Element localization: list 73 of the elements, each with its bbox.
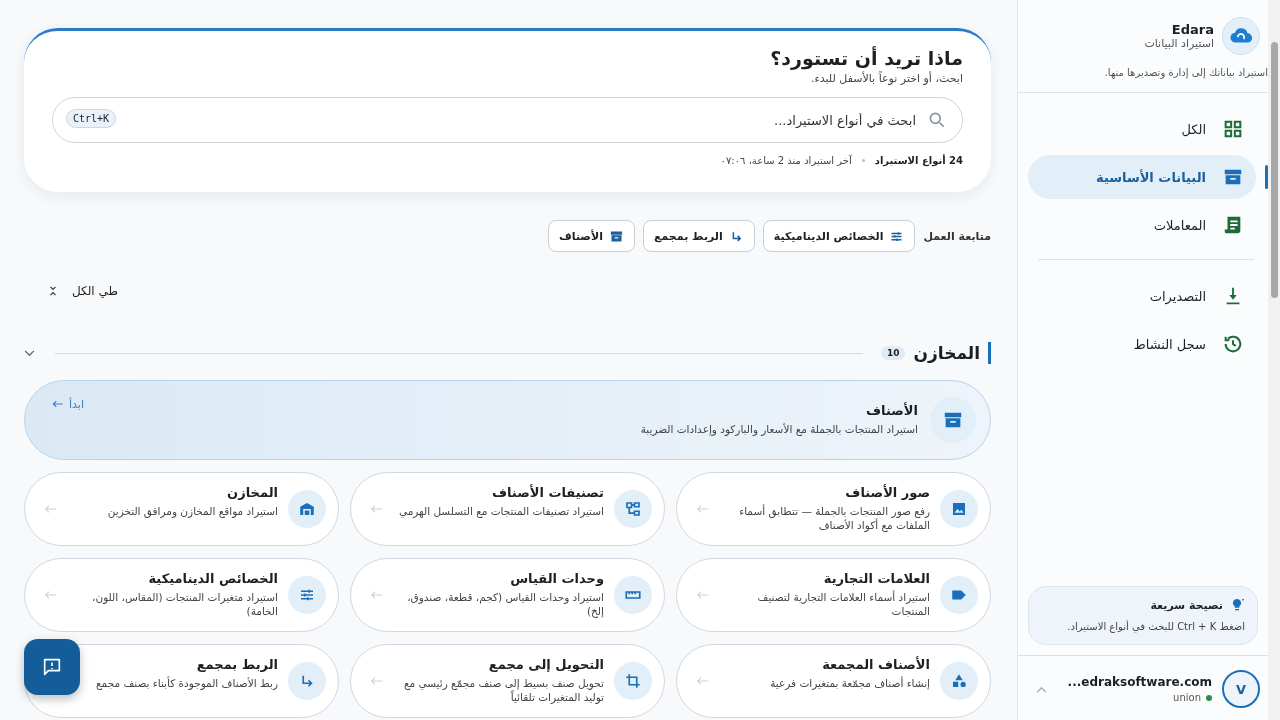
tip-text: اضغط Ctrl + K للبحث في أنواع الاستيراد. bbox=[1066, 621, 1245, 632]
card-title: الخصائص الديناميكية bbox=[147, 571, 278, 586]
brand-name: Edara bbox=[1170, 22, 1214, 37]
tag-icon bbox=[940, 576, 978, 614]
card-title: العلامات التجارية bbox=[822, 571, 930, 586]
card-description: إنشاء أصناف مجمّعة بمتغيرات فرعية bbox=[769, 676, 930, 691]
archive-box-icon bbox=[930, 397, 976, 443]
feedback-button[interactable] bbox=[24, 639, 80, 695]
card-title: الأصناف bbox=[865, 403, 918, 419]
workflow-chip[interactable]: الخصائص الديناميكية bbox=[762, 220, 916, 252]
message-icon bbox=[41, 656, 63, 678]
card-title: صور الأصناف bbox=[844, 485, 930, 500]
ruler-icon bbox=[614, 576, 652, 614]
hierarchy-icon bbox=[614, 490, 652, 528]
user-avatar[interactable]: V bbox=[1222, 670, 1260, 708]
grid-icon bbox=[1222, 118, 1244, 140]
user-email: ...edraksoftware.com bbox=[1066, 675, 1212, 689]
card-description: استيراد متغيرات المنتجات (المقاس، اللون، الخامة) bbox=[91, 590, 278, 619]
shortcut-key: Ctrl+K bbox=[66, 109, 117, 128]
featured-import-card[interactable]: الأصناف استيراد المنتجات بالجملة مع الأسعار والباركود وإعدادات الضريبة ابدأ bbox=[24, 380, 991, 460]
tip-title: نصيحة سريعة bbox=[1150, 598, 1223, 612]
workflow-chip[interactable]: الربط بمجمع bbox=[642, 220, 755, 252]
import-card[interactable]: الأصناف المجمعة إنشاء أصناف مجمّعة بمتغيرات فرعية bbox=[676, 644, 991, 718]
crop-icon bbox=[614, 662, 652, 700]
chevron-down-icon[interactable] bbox=[24, 349, 35, 357]
start-link[interactable]: ابدأ bbox=[69, 397, 84, 411]
nav-item[interactable]: المعاملات bbox=[1028, 203, 1256, 247]
card-description: استيراد تصنيفات المنتجات مع التسلسل الهرمي bbox=[397, 504, 604, 519]
sidebar-description: استيراد بياناتك إلى إدارة وتصديرها منها. bbox=[1103, 66, 1268, 78]
nav-item[interactable]: التصديرات bbox=[1028, 274, 1256, 318]
card-title: الأصناف المجمعة bbox=[821, 657, 930, 672]
import-card[interactable]: العلامات التجارية استيراد أسماء العلامات التجارية لتصنيف المنتجات bbox=[676, 558, 991, 632]
import-card[interactable]: تصنيفات الأصناف استيراد تصنيفات المنتجات مع التسلسل الهرمي bbox=[350, 472, 665, 546]
status-dot bbox=[1206, 694, 1212, 701]
page-subtitle: ابحث، أو اختر نوعاً بالأسفل للبدء. bbox=[810, 72, 963, 85]
brand-subtitle: استيراد البيانات bbox=[1144, 37, 1214, 50]
card-title: وحدات القياس bbox=[509, 571, 604, 586]
image-icon bbox=[940, 490, 978, 528]
page-title: ماذا تريد أن تستورد؟ bbox=[769, 47, 963, 69]
workflow-chip[interactable]: الأصناف bbox=[547, 220, 635, 252]
card-description: تحويل صنف بسيط إلى صنف مجمّع رئيسي مع توليد المتغيرات تلقائياً bbox=[402, 676, 604, 705]
card-title: الربط بمجمع bbox=[195, 657, 278, 672]
import-card[interactable]: المخازن استيراد مواقع المخازن ومرافق التخزين bbox=[24, 472, 339, 546]
import-card[interactable]: الخصائص الديناميكية استيراد متغيرات المنتجات (المقاس، اللون، الخامة) bbox=[24, 558, 339, 632]
collapse-all-button[interactable]: طي الكل bbox=[48, 280, 119, 302]
collapse-icon bbox=[48, 285, 58, 297]
workflow-label: متابعة العمل bbox=[923, 229, 991, 243]
nav-item[interactable]: الكل bbox=[1028, 107, 1256, 151]
card-description: استيراد مواقع المخازن ومرافق التخزين bbox=[106, 504, 278, 519]
import-card[interactable]: التحويل إلى مجمع تحويل صنف بسيط إلى صنف مجمّع رئيسي مع توليد المتغيرات تلقائياً bbox=[350, 644, 665, 718]
warehouse-icon bbox=[288, 490, 326, 528]
cloud-logo-icon bbox=[1222, 17, 1260, 55]
shapes-icon bbox=[940, 662, 978, 700]
search-icon bbox=[927, 110, 947, 130]
last-import-time: آخر استيراد منذ 2 ساعة، ٠٧:٠٦ bbox=[720, 155, 852, 166]
card-title: تصنيفات الأصناف bbox=[490, 485, 604, 500]
section-count: 10 bbox=[880, 346, 906, 360]
card-description: ربط الأصناف الموجودة كأبناء بصنف مجمع bbox=[95, 676, 278, 691]
import-type-count: 24 أنواع الاستيراد bbox=[874, 155, 963, 166]
card-description: استيراد أسماء العلامات التجارية لتصنيف المنتجات bbox=[756, 590, 930, 619]
card-description: استيراد المنتجات بالجملة مع الأسعار والباركود وإعدادات الضريبة bbox=[639, 422, 918, 437]
sliders-icon bbox=[288, 576, 326, 614]
card-title: التحويل إلى مجمع bbox=[487, 657, 604, 672]
import-card[interactable]: صور الأصناف رفع صور المنتجات بالجملة — تتطابق أسماء الملفات مع أكواد الأصناف bbox=[676, 472, 991, 546]
section-title: المخازن bbox=[913, 343, 980, 363]
history-icon bbox=[1222, 333, 1244, 355]
card-description: استيراد وحدات القياس (كجم، قطعة، صندوق، إلخ) bbox=[406, 590, 604, 619]
company-name: union bbox=[1173, 692, 1201, 703]
import-card[interactable]: وحدات القياس استيراد وحدات القياس (كجم، قطعة، صندوق، إلخ) bbox=[350, 558, 665, 632]
scrollbar[interactable] bbox=[1268, 0, 1280, 720]
card-description: رفع صور المنتجات بالجملة — تتطابق أسماء الملفات مع أكواد الأصناف bbox=[738, 504, 930, 533]
nav-item[interactable]: سجل النشاط bbox=[1028, 322, 1256, 366]
card-title: المخازن bbox=[226, 485, 278, 500]
